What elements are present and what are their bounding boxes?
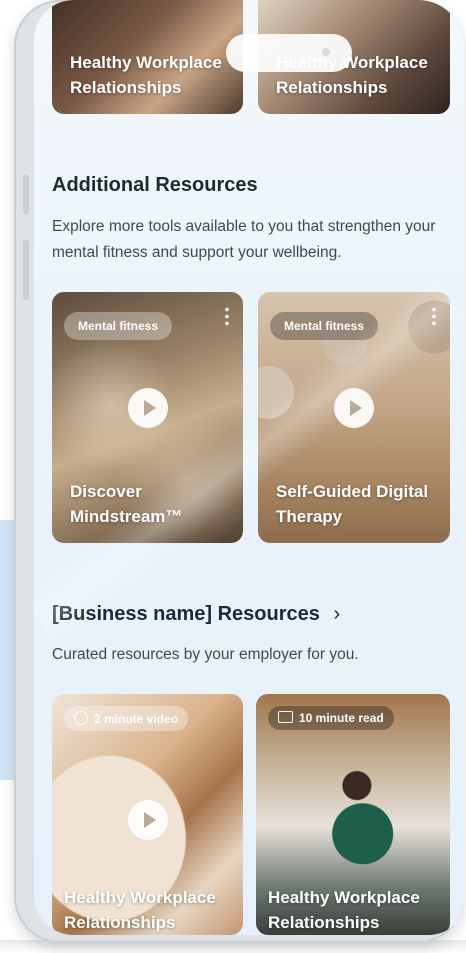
section-description: Explore more tools available to you that…: [52, 218, 436, 261]
category-tag: Mental fitness: [270, 312, 379, 340]
dynamic-island: [226, 34, 352, 72]
play-circle-icon: [74, 711, 88, 725]
resource-card-mindstream[interactable]: Mental fitness Discover Mindstream™: [52, 292, 243, 543]
volume-button: [23, 240, 29, 300]
badge-label: 10 minute read: [299, 711, 384, 725]
more-options-icon[interactable]: [225, 306, 229, 326]
section-heading: Additional Resources: [52, 174, 258, 196]
employer-card-article[interactable]: 10 minute read Healthy Workplace Relatio…: [256, 694, 450, 935]
category-tag: Mental fitness: [64, 312, 173, 340]
section-description: Curated resources by your employer for y…: [52, 646, 359, 663]
employer-card-video[interactable]: 2 minute video Healthy Workplace Relatio…: [52, 694, 243, 935]
card-title: Self-Guided Digital Therapy: [276, 482, 429, 526]
card-title: Discover Mindstream™: [70, 482, 183, 526]
side-button: [23, 175, 29, 215]
play-icon[interactable]: [334, 388, 374, 428]
camera-dot: [322, 48, 330, 56]
resource-card-digital-therapy[interactable]: Mental fitness Self-Guided Digital Thera…: [258, 292, 450, 543]
chevron-right-icon: ›: [333, 603, 341, 625]
play-icon[interactable]: [128, 388, 168, 428]
book-icon: [278, 711, 293, 723]
duration-badge: 10 minute read: [268, 706, 394, 730]
badge-label: 2 minute video: [94, 712, 179, 726]
card-title: Healthy Workplace Relationships: [268, 888, 420, 932]
section-heading: [Business name] Resources: [52, 603, 320, 625]
business-section-link[interactable]: [Business name] Resources ›: [52, 603, 340, 626]
play-icon[interactable]: [128, 800, 168, 840]
app-screen: Healthy Workplace Relationships Healthy …: [34, 0, 464, 935]
top-card-left[interactable]: Healthy Workplace Relationships: [52, 0, 243, 114]
duration-badge: 2 minute video: [64, 706, 189, 731]
card-title: Healthy Workplace Relationships: [64, 888, 216, 932]
more-options-icon[interactable]: [432, 306, 436, 326]
card-title: Healthy Workplace Relationships: [70, 53, 222, 97]
phone-frame: Healthy Workplace Relationships Healthy …: [14, 0, 464, 943]
